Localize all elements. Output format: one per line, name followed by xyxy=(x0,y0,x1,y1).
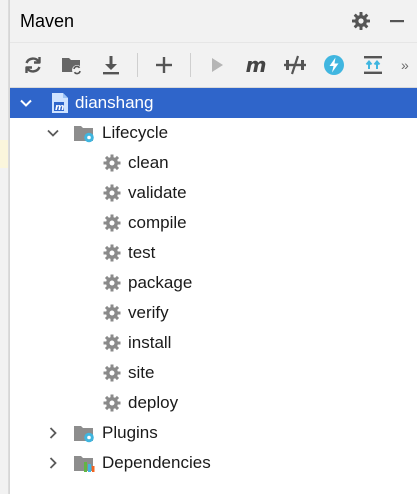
show-dependencies-icon[interactable] xyxy=(360,52,386,78)
lifecycle-goal[interactable]: test xyxy=(10,238,417,268)
gear-icon xyxy=(101,392,123,414)
lifecycle-goal[interactable]: deploy xyxy=(10,388,417,418)
lifecycle-goal[interactable]: install xyxy=(10,328,417,358)
goal-label: validate xyxy=(128,183,187,202)
generate-sources-icon[interactable] xyxy=(59,52,85,78)
tree-item-lifecycle[interactable]: Lifecycle xyxy=(10,118,417,148)
dependencies-label: Dependencies xyxy=(102,453,211,472)
chevron-down-icon[interactable] xyxy=(18,95,34,111)
plugins-folder-icon xyxy=(73,422,95,444)
goal-label: deploy xyxy=(128,393,179,412)
gear-icon xyxy=(101,212,123,234)
lifecycle-goal[interactable]: clean xyxy=(10,148,417,178)
chevron-right-icon[interactable] xyxy=(45,455,61,471)
skip-tests-icon[interactable] xyxy=(321,52,347,78)
run-icon[interactable] xyxy=(204,52,230,78)
add-icon[interactable] xyxy=(151,52,177,78)
gear-icon xyxy=(101,272,123,294)
toggle-offline-icon[interactable] xyxy=(282,52,308,78)
project-name: dianshang xyxy=(75,93,154,112)
gear-icon xyxy=(101,302,123,324)
goal-label: test xyxy=(128,243,156,262)
toolbar-separator xyxy=(190,53,191,77)
minus-icon[interactable] xyxy=(385,9,409,33)
tree-item-plugins[interactable]: Plugins xyxy=(10,418,417,448)
download-icon[interactable] xyxy=(98,52,124,78)
gear-icon xyxy=(101,182,123,204)
goal-label: install xyxy=(128,333,172,352)
svg-text:m: m xyxy=(55,103,64,113)
toolbar-separator xyxy=(137,53,138,77)
lifecycle-goal[interactable]: package xyxy=(10,268,417,298)
plugins-label: Plugins xyxy=(102,423,158,442)
maven-tool-window: Maven m » m dianshang Lifecycle clean va… xyxy=(9,0,417,494)
reload-icon[interactable] xyxy=(20,52,46,78)
lifecycle-folder-icon xyxy=(73,122,95,144)
gear-icon[interactable] xyxy=(349,9,373,33)
lifecycle-goal[interactable]: verify xyxy=(10,298,417,328)
panel-header: Maven xyxy=(10,0,417,42)
goal-label: compile xyxy=(128,213,187,232)
goal-label: site xyxy=(128,363,155,382)
goal-label: clean xyxy=(128,153,169,172)
lifecycle-goal[interactable]: site xyxy=(10,358,417,388)
lifecycle-goal[interactable]: validate xyxy=(10,178,417,208)
execute-goal-icon[interactable]: m xyxy=(243,52,269,78)
dependencies-folder-icon xyxy=(73,452,95,474)
tree-item-project[interactable]: m dianshang xyxy=(10,88,417,118)
maven-toolbar: m » xyxy=(10,42,417,88)
gear-icon xyxy=(101,362,123,384)
tree-item-dependencies[interactable]: Dependencies xyxy=(10,448,417,478)
more-actions-icon[interactable]: » xyxy=(401,57,409,73)
gear-icon xyxy=(101,242,123,264)
gutter-highlight xyxy=(0,140,8,168)
lifecycle-label: Lifecycle xyxy=(102,123,169,142)
panel-title: Maven xyxy=(20,10,75,31)
maven-project-tree: m dianshang Lifecycle clean validate com… xyxy=(10,88,417,478)
editor-gutter xyxy=(0,0,9,494)
gear-icon xyxy=(101,332,123,354)
goal-label: package xyxy=(128,273,193,292)
chevron-down-icon[interactable] xyxy=(45,125,61,141)
lifecycle-goal[interactable]: compile xyxy=(10,208,417,238)
gear-icon xyxy=(101,152,123,174)
chevron-right-icon[interactable] xyxy=(45,425,61,441)
maven-project-icon: m xyxy=(49,92,71,114)
goal-label: verify xyxy=(128,303,169,322)
